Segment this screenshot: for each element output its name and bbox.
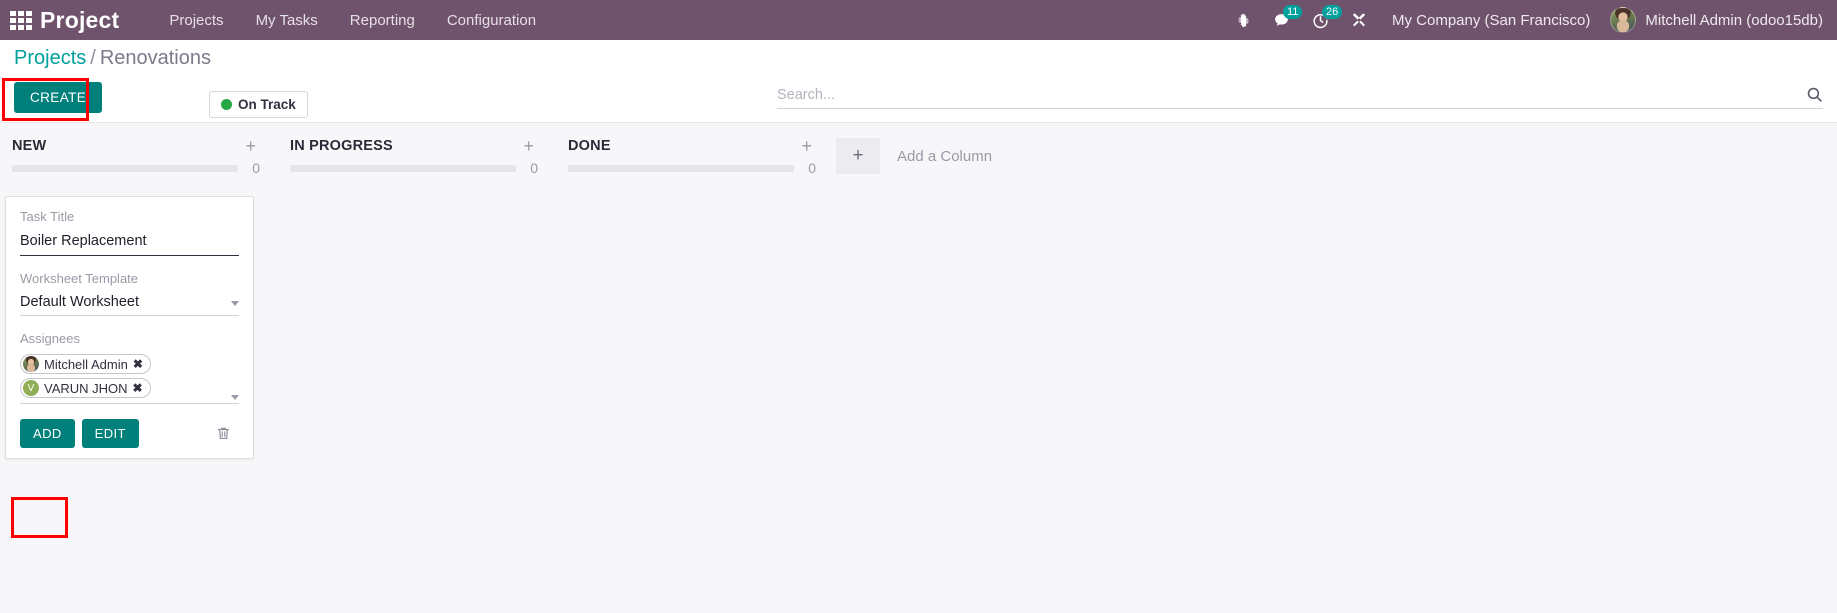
assignee-avatar: V xyxy=(23,380,39,396)
tools-wrench-icon[interactable] xyxy=(1340,0,1378,40)
assignee-name: VARUN JHON xyxy=(44,380,128,396)
assignee-name: Mitchell Admin xyxy=(44,356,128,372)
navbar-right-group: 11 26 My Company (San Francisco) Mitchel… xyxy=(1225,0,1823,40)
breadcrumb: Projects / Renovations xyxy=(14,46,211,70)
nav-item-reporting[interactable]: Reporting xyxy=(334,2,431,39)
add-button[interactable]: ADD xyxy=(20,419,75,448)
remove-assignee-icon[interactable]: ✖ xyxy=(133,358,143,370)
assignee-avatar xyxy=(23,356,39,372)
kanban-column-title: DONE xyxy=(568,138,611,154)
quick-create-card: Task Title Worksheet Template Default Wo… xyxy=(5,196,254,459)
add-column-plus-icon[interactable]: + xyxy=(836,138,880,174)
kanban-column-count: 0 xyxy=(252,160,260,176)
top-navbar: Project Projects My Tasks Reporting Conf… xyxy=(0,0,1837,40)
search-icon[interactable] xyxy=(1806,86,1823,103)
add-card-plus-icon[interactable]: + xyxy=(797,137,816,155)
task-title-label: Task Title xyxy=(20,209,75,224)
kanban-board: NEW + 0 Task Title Worksheet Template De… xyxy=(0,123,1837,613)
nav-item-my-tasks[interactable]: My Tasks xyxy=(240,2,334,39)
app-brand-title[interactable]: Project xyxy=(40,7,119,34)
add-column-label[interactable]: Add a Column xyxy=(897,148,992,165)
add-column-area: + Add a Column xyxy=(836,133,992,174)
search-input[interactable] xyxy=(777,86,1806,103)
create-button[interactable]: CREATE xyxy=(14,82,103,113)
task-title-field: Task Title xyxy=(20,209,239,256)
worksheet-template-field: Worksheet Template Default Worksheet xyxy=(20,271,239,316)
progress-bar[interactable] xyxy=(12,164,238,172)
search-row xyxy=(777,86,1823,109)
status-dot-icon xyxy=(221,99,232,110)
assignees-field: Assignees Mitchell Admin ✖ V VARUN JHON … xyxy=(20,331,239,404)
worksheet-template-select[interactable]: Default Worksheet xyxy=(20,294,239,316)
avatar xyxy=(1610,7,1637,33)
breadcrumb-root[interactable]: Projects xyxy=(14,47,86,69)
bug-icon[interactable] xyxy=(1225,0,1262,40)
kanban-column-title: NEW xyxy=(12,138,47,154)
messages-icon[interactable]: 11 xyxy=(1262,0,1303,40)
company-selector[interactable]: My Company (San Francisco) xyxy=(1378,12,1604,29)
edit-button[interactable]: EDIT xyxy=(81,419,139,448)
progress-bar[interactable] xyxy=(290,164,516,172)
kanban-column-header: NEW + xyxy=(0,133,268,155)
activities-clock-icon[interactable]: 26 xyxy=(1301,0,1343,40)
add-card-plus-icon[interactable]: + xyxy=(519,137,538,155)
quick-create-actions: ADD EDIT xyxy=(20,419,239,448)
kanban-column-count: 0 xyxy=(808,160,816,176)
remove-assignee-icon[interactable]: ✖ xyxy=(133,382,143,394)
status-badge-label: On Track xyxy=(238,97,296,112)
kanban-column-count: 0 xyxy=(530,160,538,176)
kanban-column-new: NEW + 0 Task Title Worksheet Template De… xyxy=(0,133,278,459)
trash-icon[interactable] xyxy=(216,426,239,441)
assignees-tags[interactable]: Mitchell Admin ✖ V VARUN JHON ✖ xyxy=(20,354,239,404)
status-badge[interactable]: On Track xyxy=(209,91,308,118)
worksheet-template-label: Worksheet Template xyxy=(20,271,139,286)
kanban-column-progress: 0 xyxy=(556,154,824,176)
task-title-input[interactable] xyxy=(20,233,239,256)
kanban-column-progress: 0 xyxy=(278,154,546,176)
user-menu[interactable]: Mitchell Admin (odoo15db) xyxy=(1604,7,1823,33)
add-card-plus-icon[interactable]: + xyxy=(241,137,260,155)
breadcrumb-current: Renovations xyxy=(99,47,211,69)
search-area xyxy=(777,86,1823,109)
kanban-column-progress: 0 xyxy=(0,154,268,176)
chevron-down-icon[interactable] xyxy=(231,395,239,400)
progress-bar[interactable] xyxy=(568,164,794,172)
nav-item-configuration[interactable]: Configuration xyxy=(431,2,552,39)
apps-grid-icon[interactable] xyxy=(8,7,34,33)
kanban-column-done: DONE + 0 xyxy=(556,133,834,176)
chevron-down-icon[interactable] xyxy=(231,301,239,306)
kanban-column-header: IN PROGRESS + xyxy=(278,133,546,155)
kanban-column-header: DONE + xyxy=(556,133,824,155)
assignee-tag[interactable]: V VARUN JHON ✖ xyxy=(20,378,151,398)
user-name-label: Mitchell Admin (odoo15db) xyxy=(1645,11,1823,29)
main-nav-menu: Projects My Tasks Reporting Configuratio… xyxy=(153,2,552,39)
control-panel-left: Projects / Renovations CREATE xyxy=(14,46,211,113)
worksheet-template-value: Default Worksheet xyxy=(20,294,140,310)
kanban-column-title: IN PROGRESS xyxy=(290,138,393,154)
breadcrumb-separator: / xyxy=(90,47,96,69)
assignees-label: Assignees xyxy=(20,331,80,346)
messages-badge: 11 xyxy=(1282,5,1303,19)
assignee-tag[interactable]: Mitchell Admin ✖ xyxy=(20,354,151,374)
control-panel: Projects/Renovations CREATE On Track Fil xyxy=(0,40,1837,157)
kanban-column-in-progress: IN PROGRESS + 0 xyxy=(278,133,556,176)
nav-item-projects[interactable]: Projects xyxy=(153,2,239,39)
